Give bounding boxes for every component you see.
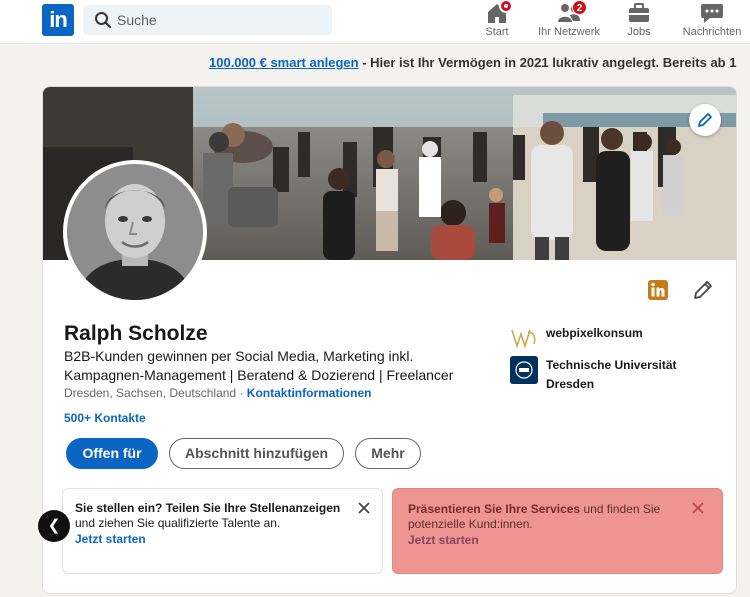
nav-item-network[interactable]: 2 Ihr Netzwerk bbox=[533, 0, 605, 40]
search-box[interactable] bbox=[83, 5, 332, 35]
search-icon bbox=[95, 12, 112, 29]
profile-avatar[interactable] bbox=[63, 160, 207, 304]
home-icon bbox=[485, 0, 513, 24]
edit-banner-button[interactable] bbox=[689, 104, 721, 136]
profile-location-row: Dresden, Sachsen, Deutschland · Kontakti… bbox=[64, 386, 371, 400]
nav-item-messages[interactable]: Nachrichten bbox=[674, 2, 750, 40]
location-separator: · bbox=[236, 386, 247, 400]
pencil-icon bbox=[698, 113, 712, 127]
promo-card-hiring[interactable]: Sie stellen ein? Teilen Sie Ihre Stellen… bbox=[62, 488, 383, 574]
contact-info-link[interactable]: Kontaktinformationen bbox=[247, 386, 372, 400]
more-button[interactable]: Mehr bbox=[355, 438, 421, 469]
close-icon[interactable] bbox=[691, 501, 705, 515]
network-icon: 2 bbox=[557, 0, 587, 24]
nav-label: Ihr Netzwerk bbox=[538, 26, 600, 38]
open-to-button[interactable]: Offen für bbox=[66, 438, 158, 469]
sponsored-ad[interactable]: 100.000 € smart anlegen - Hier ist Ihr V… bbox=[209, 55, 750, 70]
tu-dresden-logo-icon bbox=[510, 356, 538, 384]
linkedin-logo[interactable]: in bbox=[42, 4, 74, 36]
promo-cta-link[interactable]: Jetzt starten bbox=[75, 532, 342, 547]
nav-label: Jobs bbox=[627, 26, 651, 38]
promo-body: und ziehen Sie qualifizierte Talente an. bbox=[75, 516, 281, 530]
pencil-icon bbox=[694, 281, 712, 299]
promo-card-services[interactable]: Präsentieren Sie Ihre Services und finde… bbox=[392, 488, 723, 574]
add-section-button[interactable]: Abschnitt hinzufügen bbox=[169, 438, 344, 469]
close-icon[interactable] bbox=[357, 501, 371, 515]
carousel-prev-button[interactable]: ❮ bbox=[38, 510, 70, 542]
top-navigation-bar: in Start 2 Ihr Netzwerk Jobs Nachrichten bbox=[0, 0, 750, 44]
chevron-left-icon: ❮ bbox=[47, 517, 61, 534]
ad-link[interactable]: 100.000 € smart anlegen bbox=[209, 55, 359, 70]
webpixelkonsum-logo-icon bbox=[511, 329, 536, 349]
profile-headline: B2B-Kunden gewinnen per Social Media, Ma… bbox=[64, 348, 454, 383]
nav-item-start[interactable]: Start bbox=[481, 0, 513, 40]
profile-location: Dresden, Sachsen, Deutschland bbox=[64, 386, 237, 400]
notification-dot bbox=[499, 0, 513, 13]
edit-profile-button[interactable] bbox=[692, 279, 718, 305]
profile-photo bbox=[67, 164, 203, 300]
search-input[interactable] bbox=[117, 5, 322, 35]
briefcase-icon bbox=[627, 2, 651, 24]
org-name: Technische Universität Dresden bbox=[546, 358, 677, 391]
connections-link[interactable]: 500+ Kontakte bbox=[64, 411, 146, 425]
org-name: webpixelkonsum bbox=[546, 326, 643, 340]
ad-text: Hier ist Ihr Vermögen in 2021 lukrativ a… bbox=[370, 55, 737, 70]
nav-label: Start bbox=[485, 26, 509, 38]
nav-label: Nachrichten bbox=[682, 26, 742, 38]
promo-title: Sie stellen ein? Teilen Sie Ihre Stellen… bbox=[75, 501, 341, 515]
profile-name: Ralph Scholze bbox=[64, 322, 208, 345]
nav-item-jobs[interactable]: Jobs bbox=[624, 2, 654, 40]
messages-icon bbox=[700, 2, 724, 24]
promo-cta-link[interactable]: Jetzt starten bbox=[408, 533, 678, 548]
network-badge: 2 bbox=[572, 0, 587, 15]
premium-linkedin-icon[interactable] bbox=[647, 279, 673, 305]
promo-title: Präsentieren Sie Ihre Services bbox=[408, 502, 581, 516]
ad-separator: - bbox=[358, 55, 371, 70]
